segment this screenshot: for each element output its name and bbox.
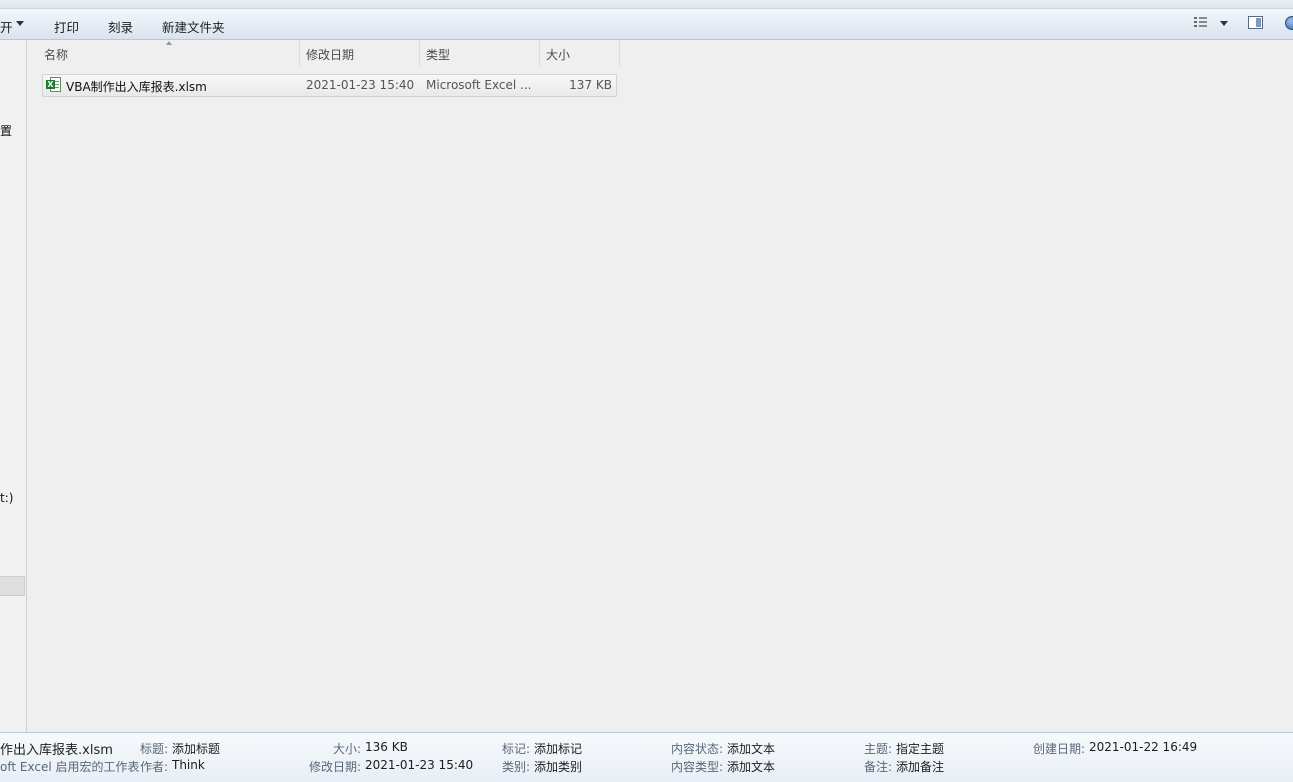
title-field[interactable]: 添加标题: [172, 740, 220, 757]
tags-label: 标记:: [502, 742, 531, 756]
nav-item-drive-partial[interactable]: t:): [0, 491, 13, 505]
details-file-type: oft Excel 启用宏的工作表: [0, 760, 140, 774]
open-button[interactable]: 开: [0, 17, 13, 36]
column-divider[interactable]: [619, 40, 620, 66]
subject-label: 主题:: [864, 742, 893, 756]
size-value: 136 KB: [365, 740, 408, 754]
help-icon[interactable]: [1285, 16, 1293, 30]
print-button[interactable]: 打印: [54, 17, 79, 36]
column-divider[interactable]: [299, 40, 300, 66]
column-divider[interactable]: [539, 40, 540, 66]
excel-macro-file-icon: X: [46, 77, 61, 92]
nav-item-partial[interactable]: 置: [0, 122, 12, 139]
navigation-pane[interactable]: 置 t:): [0, 40, 27, 732]
details-pane: 作出入库报表.xlsm oft Excel 启用宏的工作表 标题: 添加标题 作…: [0, 732, 1293, 782]
change-view-icon[interactable]: [1194, 17, 1208, 30]
preview-pane-icon[interactable]: [1248, 16, 1263, 29]
category-label: 类别:: [502, 760, 531, 774]
category-field[interactable]: 添加类别: [534, 758, 582, 775]
content-status-label: 内容状态:: [671, 742, 724, 756]
details-file-name: 作出入库报表.xlsm: [0, 743, 113, 758]
column-header-date[interactable]: 修改日期: [306, 46, 354, 63]
tags-field[interactable]: 添加标记: [534, 740, 582, 757]
open-dropdown-arrow-icon[interactable]: [16, 21, 24, 26]
created-value: 2021-01-22 16:49: [1089, 740, 1198, 754]
comments-field[interactable]: 添加备注: [896, 758, 944, 775]
column-divider[interactable]: [419, 40, 420, 66]
menu-bar[interactable]: [0, 0, 1293, 9]
size-label: 大小:: [333, 742, 362, 756]
nav-scrollbar[interactable]: [0, 576, 25, 596]
file-name: VBA制作出入库报表.xlsm: [66, 80, 207, 94]
sort-ascending-icon: [166, 41, 172, 45]
new-folder-button[interactable]: 新建文件夹: [162, 17, 225, 36]
content-type-label: 内容类型:: [671, 760, 724, 774]
file-date: 2021-01-23 15:40: [306, 78, 415, 92]
file-type: Microsoft Excel ...: [426, 78, 532, 92]
view-dropdown-arrow-icon[interactable]: [1220, 21, 1228, 26]
column-header-size[interactable]: 大小: [546, 46, 570, 63]
file-size: 137 KB: [569, 78, 612, 92]
comments-label: 备注:: [864, 760, 893, 774]
created-label: 创建日期:: [1033, 742, 1086, 756]
author-label: 作者:: [140, 760, 169, 774]
modified-value: 2021-01-23 15:40: [365, 758, 474, 772]
column-header-type[interactable]: 类型: [426, 46, 450, 63]
file-row[interactable]: X VBA制作出入库报表.xlsm 2021-01-23 15:40 Micro…: [42, 74, 617, 97]
subject-field[interactable]: 指定主题: [896, 740, 944, 757]
content-status-field[interactable]: 添加文本: [727, 740, 775, 757]
command-toolbar: 开 打印 刻录 新建文件夹: [0, 9, 1293, 40]
burn-button[interactable]: 刻录: [108, 17, 133, 36]
content-type-field[interactable]: 添加文本: [727, 758, 775, 775]
file-list: 名称 修改日期 类型 大小 X VBA制作出入库报表.xlsm 2021-01-…: [27, 40, 1293, 732]
author-field[interactable]: Think: [172, 758, 205, 772]
column-header-name[interactable]: 名称: [44, 46, 68, 63]
title-label: 标题:: [140, 742, 169, 756]
modified-label: 修改日期:: [309, 760, 362, 774]
